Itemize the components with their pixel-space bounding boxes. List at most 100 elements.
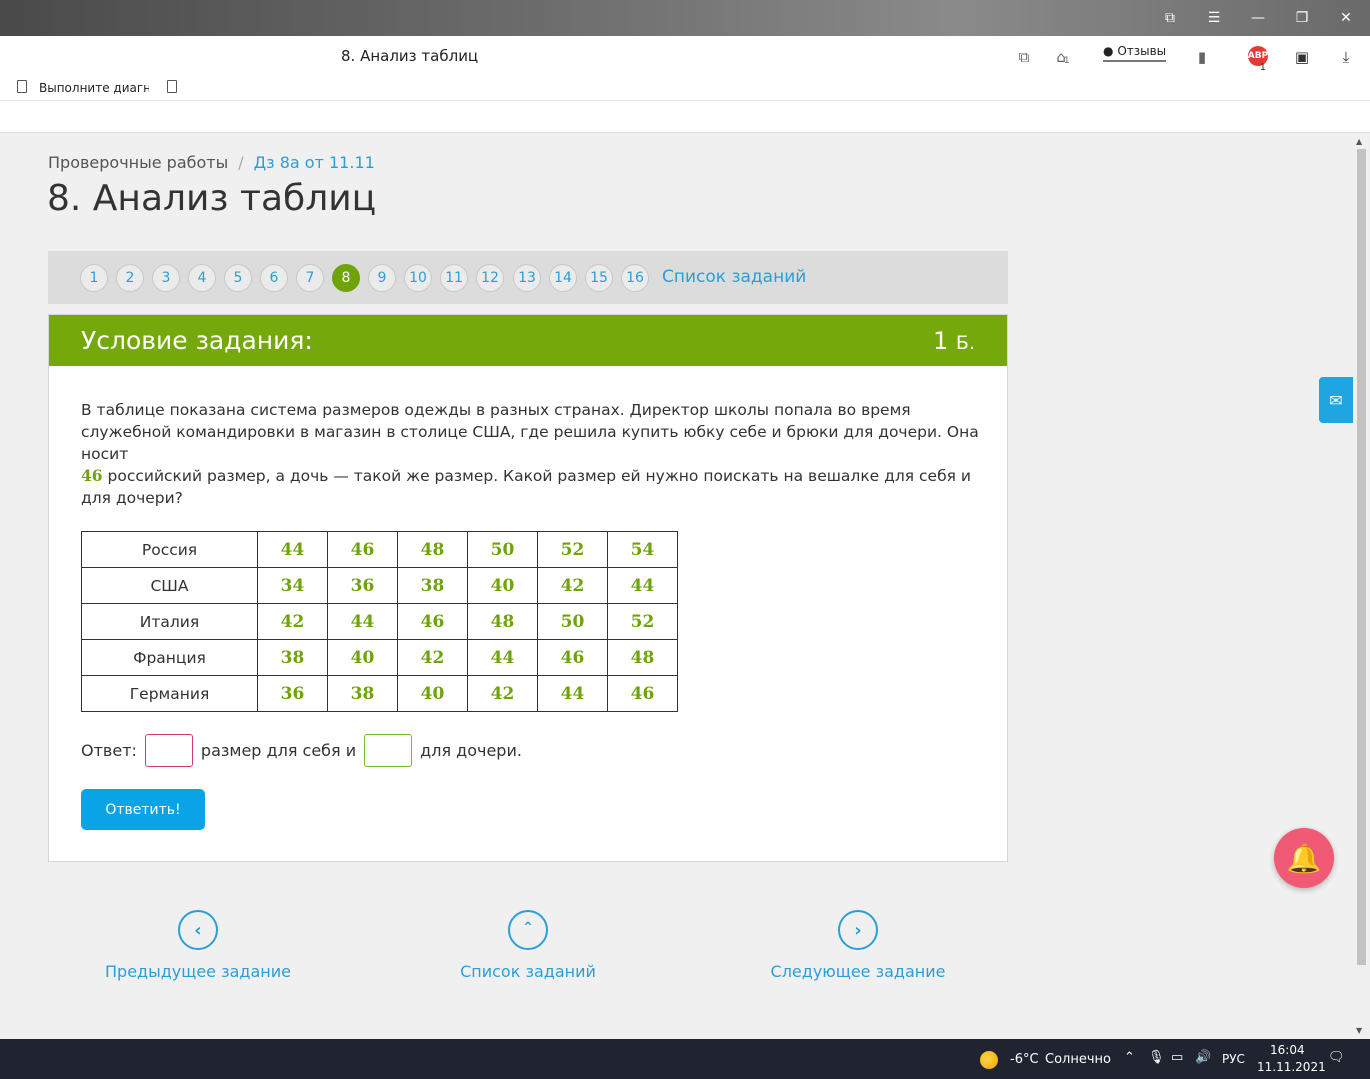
next-task-label[interactable]: Следующее задание	[738, 962, 978, 981]
scroll-thumb[interactable]	[1357, 149, 1366, 965]
bookmarks-panel-icon[interactable]: ⧉	[1148, 0, 1192, 36]
extensions-icon[interactable]: ▣	[1292, 46, 1312, 68]
chevron-right-icon[interactable]: ›	[838, 910, 878, 950]
menu-icon[interactable]: ☰	[1192, 0, 1236, 36]
document-icon[interactable]	[167, 80, 177, 93]
close-icon[interactable]: ✕	[1324, 0, 1368, 36]
bookmark-icon[interactable]: ▮	[1194, 46, 1210, 68]
table-cell: 46	[397, 603, 468, 640]
chevron-up-icon[interactable]: ⌃	[1124, 1050, 1135, 1065]
task-text-part1: В таблице показана система размеров одеж…	[81, 401, 979, 463]
table-cell: 34	[257, 567, 328, 604]
task-card: Условие задания: 1 Б. В таблице показана…	[48, 314, 1008, 862]
task-number-6[interactable]: 6	[260, 264, 288, 292]
document-icon	[17, 80, 27, 93]
table-row: Германия 36 38 40 42 44 46	[81, 675, 678, 712]
speech-bubble-icon: ●	[1103, 44, 1114, 58]
restore-icon[interactable]: ❐	[1280, 0, 1324, 36]
table-cell: 48	[397, 531, 468, 568]
task-highlight-number: 46	[81, 466, 103, 485]
task-number-10[interactable]: 10	[404, 264, 432, 292]
table-cell: 40	[327, 639, 398, 676]
chevron-left-icon[interactable]: ‹	[178, 910, 218, 950]
task-header-title: Условие задания:	[81, 326, 313, 355]
task-number-nav: 1 2 3 4 5 6 7 8 9 10 11 12 13 14 15 16 С…	[48, 251, 1008, 304]
microphone-icon[interactable]: 🎙	[1148, 1050, 1165, 1065]
task-number-9[interactable]: 9	[368, 264, 396, 292]
table-cell: 44	[537, 675, 608, 712]
table-cell-country: Франция	[81, 639, 258, 676]
reviews-button[interactable]: ● Отзывы	[1103, 44, 1167, 62]
table-cell-country: Германия	[81, 675, 258, 712]
scrollbar[interactable]: ▲ ▼	[1353, 133, 1370, 1039]
bookmark-item[interactable]: Выполните диагно	[39, 81, 149, 95]
chevron-up-icon[interactable]: ˆ	[508, 910, 548, 950]
table-cell-country: Италия	[81, 603, 258, 640]
clock-date[interactable]: 11.11.2021	[1257, 1060, 1326, 1074]
answer-end-text: для дочери.	[420, 740, 522, 760]
table-cell: 44	[607, 567, 678, 604]
answer-label: Ответ:	[81, 740, 137, 760]
network-icon[interactable]: ▭	[1171, 1050, 1183, 1065]
protect-count: 1	[1063, 56, 1070, 66]
table-row: США 34 36 38 40 42 44	[81, 567, 678, 604]
scroll-up-arrow-icon[interactable]: ▲	[1356, 137, 1362, 146]
sun-weather-icon[interactable]	[980, 1051, 998, 1069]
protect-icon[interactable]: ⌂ 1	[1052, 46, 1074, 68]
table-cell-country: США	[81, 567, 258, 604]
table-cell: 48	[467, 603, 538, 640]
task-text-part2: российский размер, а дочь — такой же раз…	[81, 467, 971, 507]
adblock-count: 1	[1260, 63, 1266, 73]
table-cell: 46	[537, 639, 608, 676]
task-number-3[interactable]: 3	[152, 264, 180, 292]
task-number-16[interactable]: 16	[621, 264, 649, 292]
prev-task-label[interactable]: Предыдущее задание	[78, 962, 318, 981]
task-number-11[interactable]: 11	[440, 264, 468, 292]
answer-self-input[interactable]	[144, 733, 193, 767]
task-points: 1 Б.	[933, 327, 975, 355]
download-icon[interactable]: ⤓	[1337, 46, 1355, 68]
bookmarks-bar: Выполните диагно	[0, 78, 1370, 101]
reviews-label: Отзывы	[1117, 44, 1167, 58]
weather-temperature[interactable]: -6°C	[1010, 1052, 1039, 1067]
table-cell: 44	[257, 531, 328, 568]
mail-icon[interactable]: ✉	[1319, 377, 1353, 423]
breadcrumb-current[interactable]: Дз 8а от 11.11	[254, 153, 375, 172]
task-number-7[interactable]: 7	[296, 264, 324, 292]
bell-icon[interactable]: 🔔	[1274, 828, 1334, 888]
table-cell: 40	[397, 675, 468, 712]
copy-icon[interactable]: ⧉	[1015, 46, 1033, 68]
browser-toolbar: 8. Анализ таблиц ⧉ ⌂ 1 ● Отзывы ▮ ABP 1 ▣…	[0, 36, 1370, 78]
task-number-8[interactable]: 8	[332, 264, 360, 292]
task-number-1[interactable]: 1	[80, 264, 108, 292]
notifications-icon[interactable]: 🗨	[1328, 1050, 1345, 1065]
table-cell: 42	[537, 567, 608, 604]
task-number-14[interactable]: 14	[549, 264, 577, 292]
table-cell: 50	[467, 531, 538, 568]
page-content: Проверочные работы / Дз 8а от 11.11 8. Ана…	[0, 133, 1353, 1039]
task-list-label[interactable]: Список заданий	[408, 962, 648, 981]
minimize-icon[interactable]: —	[1236, 0, 1280, 36]
task-number-13[interactable]: 13	[513, 264, 541, 292]
task-number-5[interactable]: 5	[224, 264, 252, 292]
clock-time[interactable]: 16:04	[1270, 1043, 1305, 1057]
table-cell: 42	[467, 675, 538, 712]
scroll-down-arrow-icon[interactable]: ▼	[1356, 1026, 1362, 1035]
task-list-link[interactable]: Список заданий	[662, 267, 806, 287]
prev-task-nav[interactable]: ‹ Предыдущее задание	[78, 910, 318, 981]
volume-icon[interactable]: 🔊	[1195, 1050, 1211, 1065]
breadcrumb-root[interactable]: Проверочные работы	[48, 153, 228, 172]
table-cell-country: Россия	[81, 531, 258, 568]
next-task-nav[interactable]: › Следующее задание	[738, 910, 978, 981]
submit-button[interactable]: Ответить!	[81, 789, 205, 830]
task-number-15[interactable]: 15	[585, 264, 613, 292]
table-row: Россия 44 46 48 50 52 54	[81, 531, 678, 568]
answer-daughter-input[interactable]	[364, 733, 413, 767]
table-cell: 48	[607, 639, 678, 676]
task-list-nav[interactable]: ˆ Список заданий	[408, 910, 648, 981]
language-indicator[interactable]: РУС	[1222, 1052, 1245, 1066]
weather-condition[interactable]: Солнечно	[1045, 1052, 1111, 1067]
task-number-4[interactable]: 4	[188, 264, 216, 292]
task-number-12[interactable]: 12	[476, 264, 504, 292]
task-number-2[interactable]: 2	[116, 264, 144, 292]
